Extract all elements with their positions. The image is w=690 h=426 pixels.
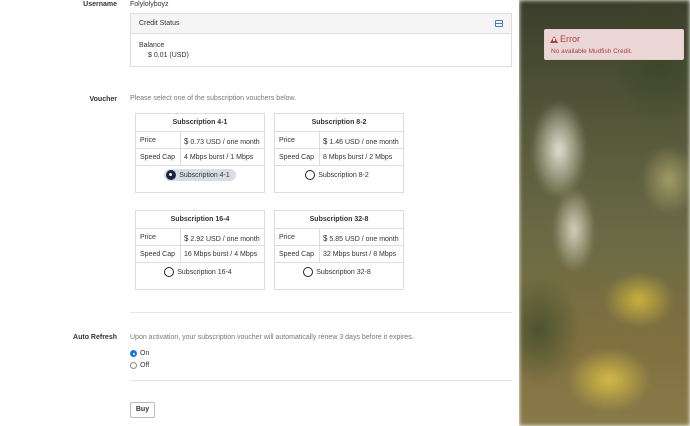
price-label: Price: [140, 234, 156, 241]
voucher-price-row: Price $ 1.46 USD / one month: [275, 132, 403, 149]
price-text: 1.46 USD / one month: [329, 139, 399, 146]
auto-refresh-off-option[interactable]: Off: [130, 362, 149, 369]
speed-label: Speed Cap: [140, 251, 176, 258]
divider: [130, 312, 512, 313]
voucher-label: Voucher: [89, 96, 118, 103]
voucher-radio-4-1[interactable]: Subscription 4-1: [164, 169, 236, 181]
radio-unselected-icon[interactable]: [303, 267, 314, 277]
balance-value: $ 0.01 (USD): [148, 52, 189, 59]
currency-symbol: $: [323, 234, 328, 243]
auto-refresh-off-label[interactable]: Off: [140, 362, 149, 369]
radio-selected-icon[interactable]: [166, 170, 177, 180]
price-label: Price: [279, 234, 295, 241]
voucher-speed-row: Speed Cap 32 Mbps burst / 8 Mbps: [275, 246, 403, 263]
currency-symbol: $: [323, 137, 328, 146]
voucher-radio-16-4[interactable]: Subscription 16-4: [162, 266, 237, 278]
voucher-radio-label[interactable]: Subscription 16-4: [177, 269, 231, 276]
voucher-card-8-2: Subscription 8-2 Price $ 1.46 USD / one …: [274, 113, 404, 193]
speed-label: Speed Cap: [140, 154, 176, 161]
voucher-price-row: Price $ 5.85 USD / one month: [275, 229, 403, 246]
voucher-card-16-4: Subscription 16-4 Price $ 2.92 USD / one…: [135, 210, 265, 290]
voucher-title: Subscription 32-8: [275, 211, 403, 229]
radio-unselected-icon[interactable]: [164, 267, 175, 277]
main-content: Username Folylolyboyz Credit Status Bala…: [0, 0, 519, 426]
error-alert: Error No available Mudfish Credit.: [544, 29, 684, 60]
voucher-price-row: Price $ 2.92 USD / one month: [136, 229, 264, 246]
speed-label: Speed Cap: [279, 154, 315, 161]
currency-symbol: $: [184, 234, 189, 243]
voucher-title: Subscription 16-4: [136, 211, 264, 229]
username-label: Username: [83, 1, 117, 8]
voucher-speed-row: Speed Cap 16 Mbps burst / 4 Mbps: [136, 246, 264, 263]
credit-status-header: Credit Status: [131, 14, 511, 34]
speed-value: 8 Mbps burst / 2 Mbps: [323, 154, 393, 161]
speed-label: Speed Cap: [279, 251, 315, 258]
alert-title-row: Error: [550, 34, 580, 44]
voucher-radio-label[interactable]: Subscription 8-2: [318, 172, 369, 179]
price-text: 0.73 USD / one month: [190, 139, 260, 146]
radio-unselected-icon[interactable]: [130, 362, 137, 369]
voucher-title: Subscription 4-1: [136, 114, 264, 132]
price-text: 5.85 USD / one month: [329, 236, 399, 243]
radio-selected-icon[interactable]: [130, 350, 137, 357]
voucher-radio-8-2[interactable]: Subscription 8-2: [303, 169, 375, 181]
credit-status-title: Credit Status: [139, 20, 180, 27]
auto-refresh-on-option[interactable]: On: [130, 350, 149, 357]
alert-title: Error: [560, 34, 580, 44]
voucher-radio-row: Subscription 16-4: [136, 266, 264, 279]
warning-icon: [550, 35, 558, 43]
buy-button[interactable]: Buy: [130, 402, 155, 418]
voucher-radio-row: Subscription 4-1: [136, 169, 264, 182]
voucher-card-32-8: Subscription 32-8 Price $ 5.85 USD / one…: [274, 210, 404, 290]
currency-symbol: $: [184, 137, 189, 146]
alert-message: No available Mudfish Credit.: [551, 48, 633, 55]
speed-value: 32 Mbps burst / 8 Mbps: [323, 251, 397, 258]
voucher-radio-label[interactable]: Subscription 4-1: [179, 172, 230, 179]
price-value: $ 2.92 USD / one month: [184, 234, 260, 243]
voucher-radio-row: Subscription 8-2: [275, 169, 403, 182]
speed-value: 16 Mbps burst / 4 Mbps: [184, 251, 258, 258]
auto-refresh-text: Upon activation, your subscription vouch…: [130, 334, 414, 341]
voucher-title: Subscription 8-2: [275, 114, 403, 132]
price-label: Price: [140, 137, 156, 144]
price-value: $ 1.46 USD / one month: [323, 137, 399, 146]
voucher-radio-label[interactable]: Subscription 32-8: [316, 269, 370, 276]
background-photo: [519, 0, 690, 426]
divider: [130, 380, 512, 381]
auto-refresh-label: Auto Refresh: [73, 334, 117, 341]
price-text: 2.92 USD / one month: [190, 236, 260, 243]
voucher-hint: Please select one of the subscription vo…: [130, 95, 297, 102]
auto-refresh-on-label[interactable]: On: [140, 350, 149, 357]
speed-value: 4 Mbps burst / 1 Mbps: [184, 154, 254, 161]
voucher-speed-row: Speed Cap 8 Mbps burst / 2 Mbps: [275, 149, 403, 166]
price-value: $ 0.73 USD / one month: [184, 137, 260, 146]
voucher-price-row: Price $ 0.73 USD / one month: [136, 132, 264, 149]
credit-status-panel: Credit Status Balance $ 0.01 (USD): [130, 13, 512, 67]
credit-status-body: Balance $ 0.01 (USD): [131, 34, 511, 68]
voucher-radio-row: Subscription 32-8: [275, 266, 403, 279]
credit-card-icon[interactable]: [495, 20, 503, 27]
username-value: Folylolyboyz: [130, 1, 169, 8]
price-value: $ 5.85 USD / one month: [323, 234, 399, 243]
voucher-radio-32-8[interactable]: Subscription 32-8: [301, 266, 376, 278]
radio-unselected-icon[interactable]: [305, 170, 316, 180]
balance-label: Balance: [139, 42, 165, 49]
voucher-speed-row: Speed Cap 4 Mbps burst / 1 Mbps: [136, 149, 264, 166]
voucher-card-4-1: Subscription 4-1 Price $ 0.73 USD / one …: [135, 113, 265, 193]
price-label: Price: [279, 137, 295, 144]
